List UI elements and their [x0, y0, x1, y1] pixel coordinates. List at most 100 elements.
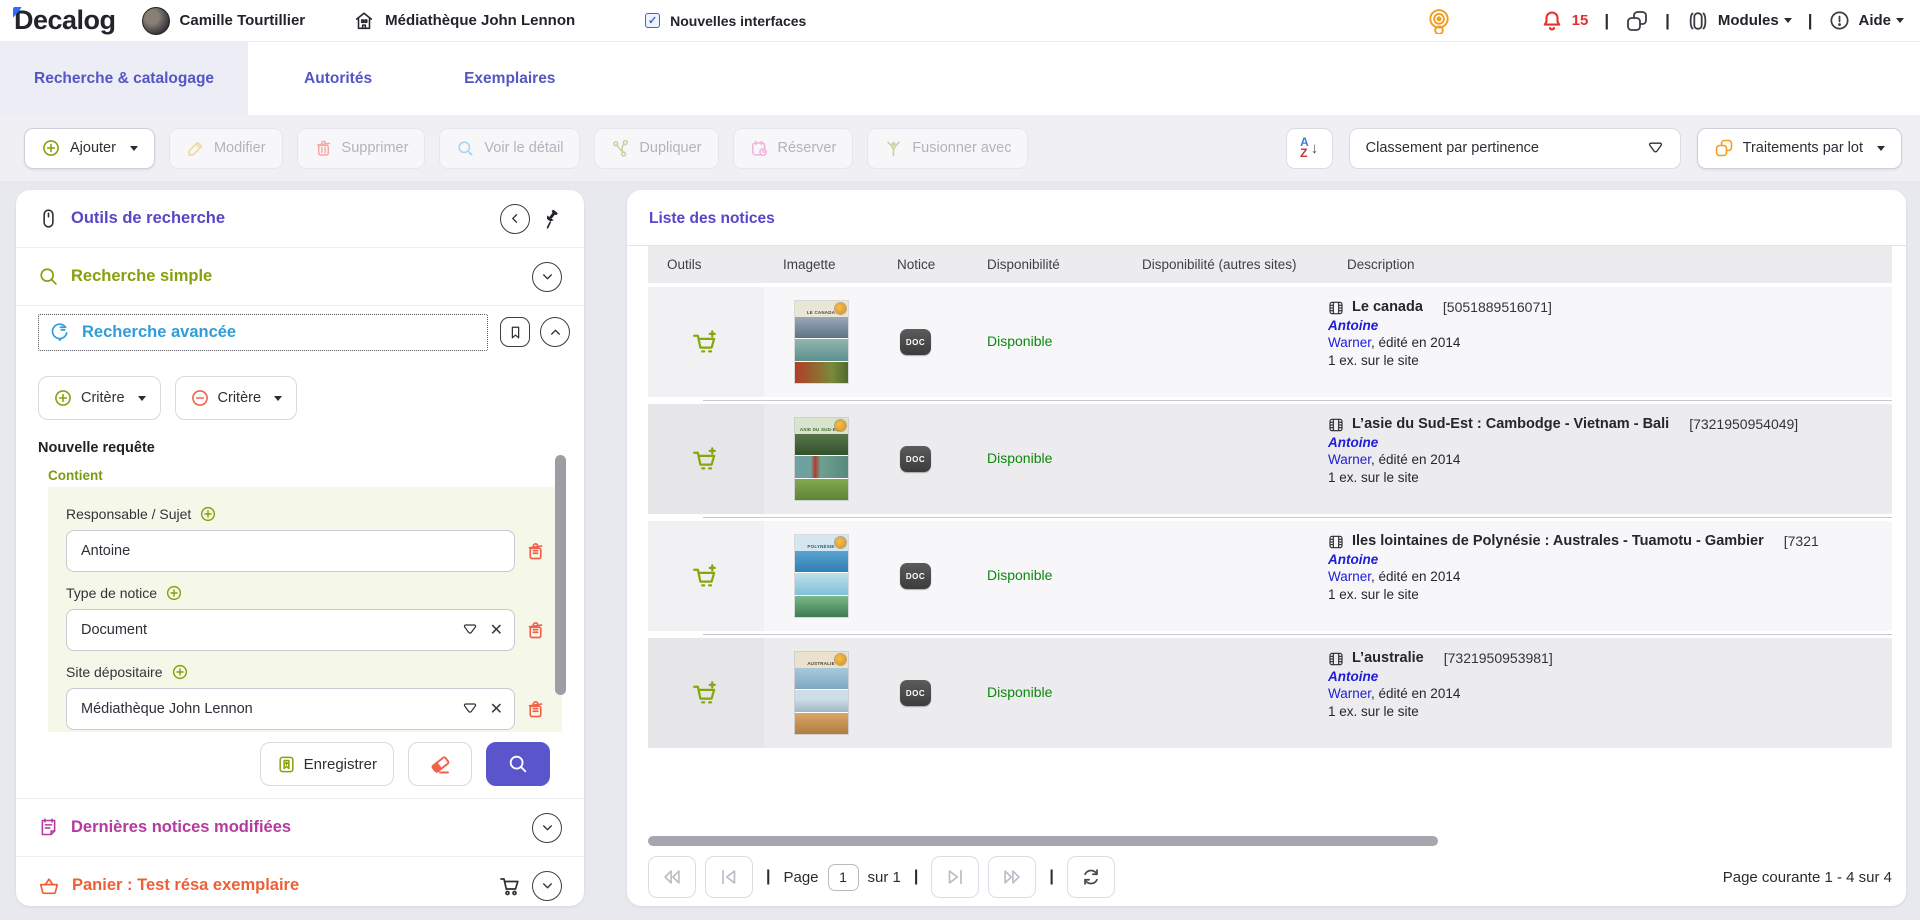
save-search-button[interactable]: Enregistrer [260, 742, 394, 786]
copies-count: 1 ex. sur le site [1328, 469, 1892, 487]
dropdown-spade-icon[interactable] [462, 701, 478, 717]
basket-section[interactable]: Panier : Test résa exemplaire [16, 857, 584, 906]
sort-mode-select[interactable]: Classement par pertinence [1349, 128, 1681, 169]
publisher-link[interactable]: Warner [1328, 452, 1371, 467]
clear-field-icon[interactable]: ✕ [490, 620, 503, 640]
tab-recherche-catalogage[interactable]: Recherche & catalogage [0, 42, 248, 115]
search-icon [507, 753, 529, 775]
remove-field-trash-icon[interactable] [525, 699, 546, 720]
type-notice-select[interactable] [66, 609, 515, 651]
modules-icon [1686, 9, 1710, 33]
notice-title[interactable]: Iles lointaines de Polynésie : Australes… [1352, 533, 1764, 551]
edit-button[interactable]: Modifier [169, 128, 283, 169]
advanced-search-icon [49, 322, 70, 343]
add-criterion-button[interactable]: Critère [38, 376, 161, 420]
simple-search-section[interactable]: Recherche simple [16, 248, 584, 306]
cover-thumbnail[interactable]: POLYNÉSIE [795, 535, 848, 617]
pin-icon[interactable] [540, 208, 562, 230]
cover-thumbnail[interactable]: LE CANADA [795, 301, 848, 383]
site-depositaire-select[interactable] [66, 688, 515, 730]
dropdown-spade-icon[interactable] [462, 622, 478, 638]
caret-down-icon [1784, 18, 1792, 23]
add-to-cart-button[interactable] [648, 404, 764, 514]
notice-title[interactable]: Le canada [1352, 299, 1423, 317]
notifications-bell-icon[interactable] [1540, 9, 1564, 33]
tab-exemplaires[interactable]: Exemplaires [428, 42, 591, 115]
responsable-sujet-input[interactable] [66, 530, 515, 572]
add-field-icon[interactable] [199, 505, 217, 523]
merge-button[interactable]: Fusionner avec [867, 128, 1028, 169]
notice-title[interactable]: L’asie du Sud-Est : Cambodge - Vietnam -… [1352, 416, 1669, 434]
sidebar-scrollbar[interactable] [555, 455, 566, 695]
author-link[interactable]: Antoine [1328, 552, 1378, 567]
col-disponibilite-autres: Disponibilité (autres sites) [1123, 257, 1328, 272]
run-search-button[interactable] [486, 742, 550, 786]
notes-icon [38, 817, 59, 838]
last-modified-section[interactable]: Dernières notices modifiées [16, 799, 584, 857]
expand-section-button[interactable] [532, 871, 562, 901]
add-to-cart-button[interactable] [648, 638, 764, 748]
expand-section-button[interactable] [532, 813, 562, 843]
author-link[interactable]: Antoine [1328, 669, 1378, 684]
author-link[interactable]: Antoine [1328, 318, 1378, 333]
minus-circle-icon [190, 388, 210, 408]
plus-circle-icon [41, 138, 61, 158]
add-button[interactable]: Ajouter [24, 128, 155, 169]
notice-title[interactable]: L’australie [1352, 650, 1424, 668]
merge-icon [884, 139, 903, 158]
expand-section-button[interactable] [532, 262, 562, 292]
reserve-button[interactable]: Réserver [733, 128, 854, 169]
add-to-cart-button[interactable] [648, 521, 764, 631]
horizontal-scrollbar[interactable] [648, 836, 1438, 846]
save-search-view-button[interactable] [500, 317, 530, 347]
next-page-button[interactable] [931, 856, 979, 898]
table-row[interactable]: POLYNÉSIE DOC Disponible Iles lointaines… [648, 521, 1892, 631]
publisher-link[interactable]: Warner [1328, 569, 1371, 584]
refresh-button[interactable] [1067, 856, 1115, 898]
sort-direction-button[interactable]: AZ ↓ [1286, 128, 1333, 169]
collapse-panel-button[interactable] [500, 204, 530, 234]
clear-field-icon[interactable]: ✕ [490, 699, 503, 719]
author-link[interactable]: Antoine [1328, 435, 1378, 450]
view-detail-button[interactable]: Voir le détail [439, 128, 580, 169]
separator: | [1665, 11, 1670, 31]
modules-menu[interactable]: Modules [1718, 12, 1779, 29]
notices-table: Outils Imagette Notice Disponibilité Dis… [648, 246, 1892, 898]
user-avatar[interactable] [142, 7, 170, 35]
availability-status: Disponible [987, 450, 1052, 466]
accessibility-audio-icon[interactable] [1426, 8, 1452, 34]
query-title: Nouvelle requête [38, 440, 562, 456]
collapse-section-button[interactable] [540, 317, 570, 347]
add-to-cart-button[interactable] [648, 287, 764, 397]
pagination-bar: | Page sur 1 | | Page courante 1 - 4 sur… [648, 856, 1892, 898]
add-field-icon[interactable] [165, 584, 183, 602]
new-interfaces-checkbox[interactable]: ✓ [645, 13, 660, 28]
add-field-icon[interactable] [171, 663, 189, 681]
remove-field-trash-icon[interactable] [525, 541, 546, 562]
last-page-button[interactable] [988, 856, 1036, 898]
cart-icon[interactable] [498, 874, 522, 898]
module-tab-bar: Recherche & catalogage Autorités Exempla… [0, 42, 1920, 115]
page-number-input[interactable] [828, 864, 859, 891]
publisher-link[interactable]: Warner [1328, 335, 1371, 350]
cover-thumbnail[interactable]: ASIE DU SUD-EST [795, 418, 848, 500]
publisher-link[interactable]: Warner [1328, 686, 1371, 701]
remove-field-trash-icon[interactable] [525, 620, 546, 641]
new-interfaces-label: Nouvelles interfaces [670, 13, 806, 29]
remove-criterion-button[interactable]: Critère [175, 376, 298, 420]
first-page-button[interactable] [648, 856, 696, 898]
table-row[interactable]: LE CANADA DOC Disponible Le canada[50518… [648, 287, 1892, 397]
delete-button[interactable]: Supprimer [297, 128, 426, 169]
cover-thumbnail[interactable]: AUSTRALIE [795, 652, 848, 734]
advanced-search-section[interactable]: Recherche avancée [16, 306, 584, 358]
duplicate-button[interactable]: Dupliquer [594, 128, 718, 169]
table-row[interactable]: ASIE DU SUD-EST DOC Disponible L’asie du… [648, 404, 1892, 514]
cart-plus-icon [691, 678, 721, 708]
tab-autorites[interactable]: Autorités [268, 42, 408, 115]
previous-page-button[interactable] [705, 856, 753, 898]
batch-processing-button[interactable]: Traitements par lot [1697, 128, 1902, 169]
table-row[interactable]: AUSTRALIE DOC Disponible L’australie[732… [648, 638, 1892, 748]
clear-form-button[interactable] [408, 742, 472, 786]
help-menu[interactable]: Aide [1858, 12, 1891, 29]
batch-link-icon[interactable] [1625, 9, 1649, 33]
